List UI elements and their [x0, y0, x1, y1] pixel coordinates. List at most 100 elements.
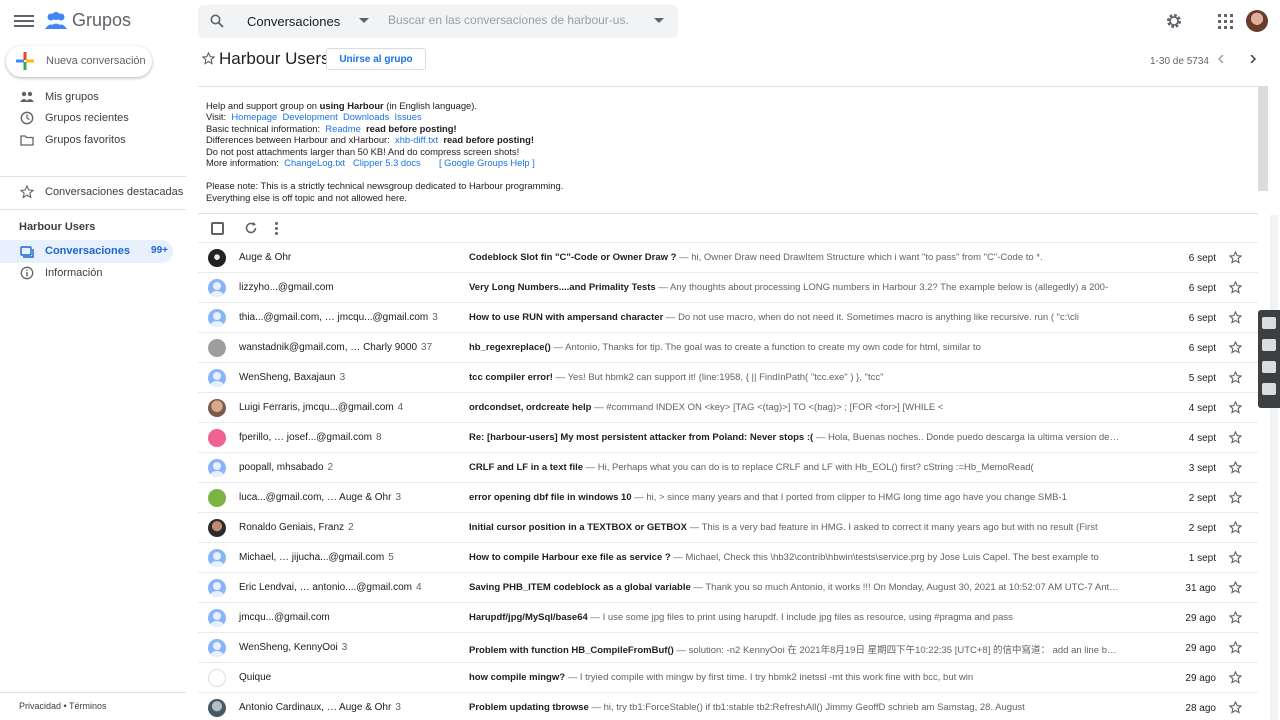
scope-dropdown-icon[interactable]	[359, 18, 369, 23]
readme-link[interactable]: Readme	[325, 123, 360, 134]
changelog-link[interactable]: ChangeLog.txt	[284, 157, 345, 168]
star-icon[interactable]	[1229, 281, 1242, 294]
thread-subject[interactable]: error opening dbf file in windows 10 — h…	[469, 492, 1121, 503]
xhb-diff-link[interactable]: xhb-diff.txt	[395, 134, 438, 145]
thread-subject[interactable]: hb_regexreplace() — Antonio, Thanks for …	[469, 342, 1121, 353]
thread-date: 1 sept	[1188, 553, 1216, 564]
sidebar-item-recent-groups[interactable]: Grupos recientes	[0, 107, 186, 129]
thread-subject[interactable]: Harupdf/jpg/MySql/base64 — I use some jp…	[469, 612, 1121, 623]
apps-grid-icon[interactable]	[1218, 14, 1233, 29]
select-all-checkbox[interactable]	[211, 222, 224, 235]
star-icon[interactable]	[1229, 311, 1242, 324]
table-row[interactable]: fperillo, … josef...@gmail.com 8 Re: [har…	[198, 422, 1258, 452]
subject-snippet: Do not use macro, when do not need it. S…	[678, 312, 1080, 323]
star-icon[interactable]	[1229, 671, 1242, 684]
homepage-link[interactable]: Homepage	[231, 111, 277, 122]
thread-subject[interactable]: Re: [harbour-users] My most persistent a…	[469, 432, 1121, 443]
chevron-right-icon[interactable]	[1249, 55, 1257, 63]
development-link[interactable]: Development	[282, 111, 337, 122]
app-logo[interactable]: Grupos	[45, 10, 131, 31]
about-bold: using Harbour	[319, 100, 384, 111]
table-row[interactable]: Michael, … jijucha...@gmail.com 5 How to …	[198, 542, 1258, 572]
search-input[interactable]	[388, 13, 628, 27]
thread-subject[interactable]: Problem updating tbrowse — hi, try tb1:F…	[469, 702, 1121, 713]
gallery-icon[interactable]	[1262, 361, 1276, 373]
search-options-icon[interactable]	[654, 18, 664, 23]
thread-subject[interactable]: Initial cursor position in a TEXTBOX or …	[469, 522, 1121, 533]
star-icon[interactable]	[1229, 461, 1242, 474]
downloads-link[interactable]: Downloads	[343, 111, 389, 122]
favorite-group-star-icon[interactable]	[202, 52, 215, 65]
table-row[interactable]: thia...@gmail.com, … jmcqu...@gmail.com 3…	[198, 302, 1258, 332]
chevron-left-icon[interactable]	[1217, 55, 1225, 63]
sidebar-item-conversations[interactable]: Conversaciones 99+	[0, 240, 173, 263]
sidebar-item-information[interactable]: Información	[0, 262, 186, 284]
star-icon[interactable]	[1229, 401, 1242, 414]
settings-gear-icon[interactable]	[1165, 12, 1183, 30]
table-row[interactable]: WenSheng, Baxajaun 3 tcc compiler error! …	[198, 362, 1258, 392]
thread-subject[interactable]: Problem with function HB_CompileFromBuf(…	[469, 642, 1121, 656]
table-row[interactable]: Eric Lendvai, … antonio....@gmail.com 4 S…	[198, 572, 1258, 602]
list-scrollbar[interactable]	[1270, 215, 1278, 720]
thread-subject[interactable]: ordcondset, ordcreate help — #command IN…	[469, 402, 1121, 413]
table-row[interactable]: WenSheng, KennyOoi 3 Problem with functio…	[198, 632, 1258, 662]
camera-icon[interactable]	[1262, 317, 1276, 329]
about-label: Differences between Harbour and xHarbour…	[206, 134, 390, 146]
issues-link[interactable]: Issues	[395, 111, 422, 122]
thread-subject[interactable]: How to use RUN with ampersand character …	[469, 312, 1121, 323]
conversations-icon	[20, 246, 34, 258]
thread-subject[interactable]: Very Long Numbers....and Primality Tests…	[469, 282, 1121, 293]
star-icon[interactable]	[1229, 371, 1242, 384]
sidebar-item-my-groups[interactable]: Mis grupos	[0, 86, 186, 108]
footer-links[interactable]: Privacidad • Términos	[19, 701, 107, 711]
search-icon[interactable]	[210, 14, 224, 28]
message-count: 3	[339, 372, 346, 383]
menu-icon[interactable]	[14, 12, 34, 30]
table-row[interactable]: Quique how compile mingw? — I tryied com…	[198, 662, 1258, 692]
more-options-icon[interactable]	[275, 222, 278, 235]
table-row[interactable]: luca...@gmail.com, … Auge & Ohr 3 error o…	[198, 482, 1258, 512]
sender-names: Michael, … jijucha...@gmail.com 5	[239, 552, 394, 563]
google-groups-help-link[interactable]: [ Google Groups Help ]	[439, 157, 535, 168]
settings-icon[interactable]	[1262, 383, 1276, 395]
star-icon[interactable]	[1229, 521, 1242, 534]
refresh-icon[interactable]	[244, 221, 258, 235]
star-icon[interactable]	[1229, 551, 1242, 564]
star-icon[interactable]	[1229, 341, 1242, 354]
star-icon[interactable]	[1229, 431, 1242, 444]
sender-text: WenSheng, Baxajaun	[239, 372, 336, 383]
clipper-docs-link[interactable]: Clipper 5.3 docs	[353, 157, 421, 168]
sidebar-item-favorite-groups[interactable]: Grupos favoritos	[0, 129, 186, 151]
table-row[interactable]: wanstadnik@gmail.com, … Charly 9000 37 hb…	[198, 332, 1258, 362]
star-icon[interactable]	[1229, 581, 1242, 594]
thread-subject[interactable]: Saving PHB_ITEM codeblock as a global va…	[469, 582, 1121, 593]
thread-subject[interactable]: tcc compiler error! — Yes! But hbmk2 can…	[469, 372, 1121, 383]
video-icon[interactable]	[1262, 339, 1276, 351]
table-row[interactable]: poopall, mhsabado 2 CRLF and LF in a text…	[198, 452, 1258, 482]
star-icon[interactable]	[1229, 641, 1242, 654]
search-bar: Conversaciones	[198, 5, 678, 38]
table-row[interactable]: Ronaldo Geniais, Franz 2 Initial cursor p…	[198, 512, 1258, 542]
thread-subject[interactable]: How to compile Harbour exe file as servi…	[469, 552, 1121, 563]
table-row[interactable]: Antonio Cardinaux, … Auge & Ohr 3 Problem…	[198, 692, 1258, 720]
thread-subject[interactable]: CRLF and LF in a text file — Hi, Perhaps…	[469, 462, 1121, 473]
subject-title: Very Long Numbers....and Primality Tests	[469, 282, 656, 293]
star-icon[interactable]	[1229, 251, 1242, 264]
thread-subject[interactable]: how compile mingw? — I tryied compile wi…	[469, 672, 1121, 683]
table-row[interactable]: jmcqu...@gmail.com Harupdf/jpg/MySql/bas…	[198, 602, 1258, 632]
new-conversation-button[interactable]: Nueva conversación	[6, 46, 152, 77]
star-icon[interactable]	[1229, 701, 1242, 714]
table-row[interactable]: Auge & Ohr Codeblock Slot fin "C"-Code o…	[198, 242, 1258, 272]
description-scrollbar[interactable]	[1258, 86, 1268, 191]
table-row[interactable]: Luigi Ferraris, jmcqu...@gmail.com 4 ordc…	[198, 392, 1258, 422]
sidebar-item-starred-conversations[interactable]: Conversaciones destacadas	[0, 181, 186, 203]
account-avatar[interactable]	[1246, 10, 1268, 32]
search-scope-select[interactable]: Conversaciones	[247, 14, 340, 29]
thread-subject[interactable]: Codeblock Slot fin "C"-Code or Owner Dra…	[469, 252, 1121, 263]
star-icon[interactable]	[1229, 491, 1242, 504]
sender-avatar	[208, 669, 226, 687]
star-icon[interactable]	[1229, 611, 1242, 624]
join-group-button[interactable]: Unirse al grupo	[326, 48, 426, 70]
table-row[interactable]: lizzyho...@gmail.com Very Long Numbers..…	[198, 272, 1258, 302]
about-text: Help and support group on	[206, 100, 320, 111]
